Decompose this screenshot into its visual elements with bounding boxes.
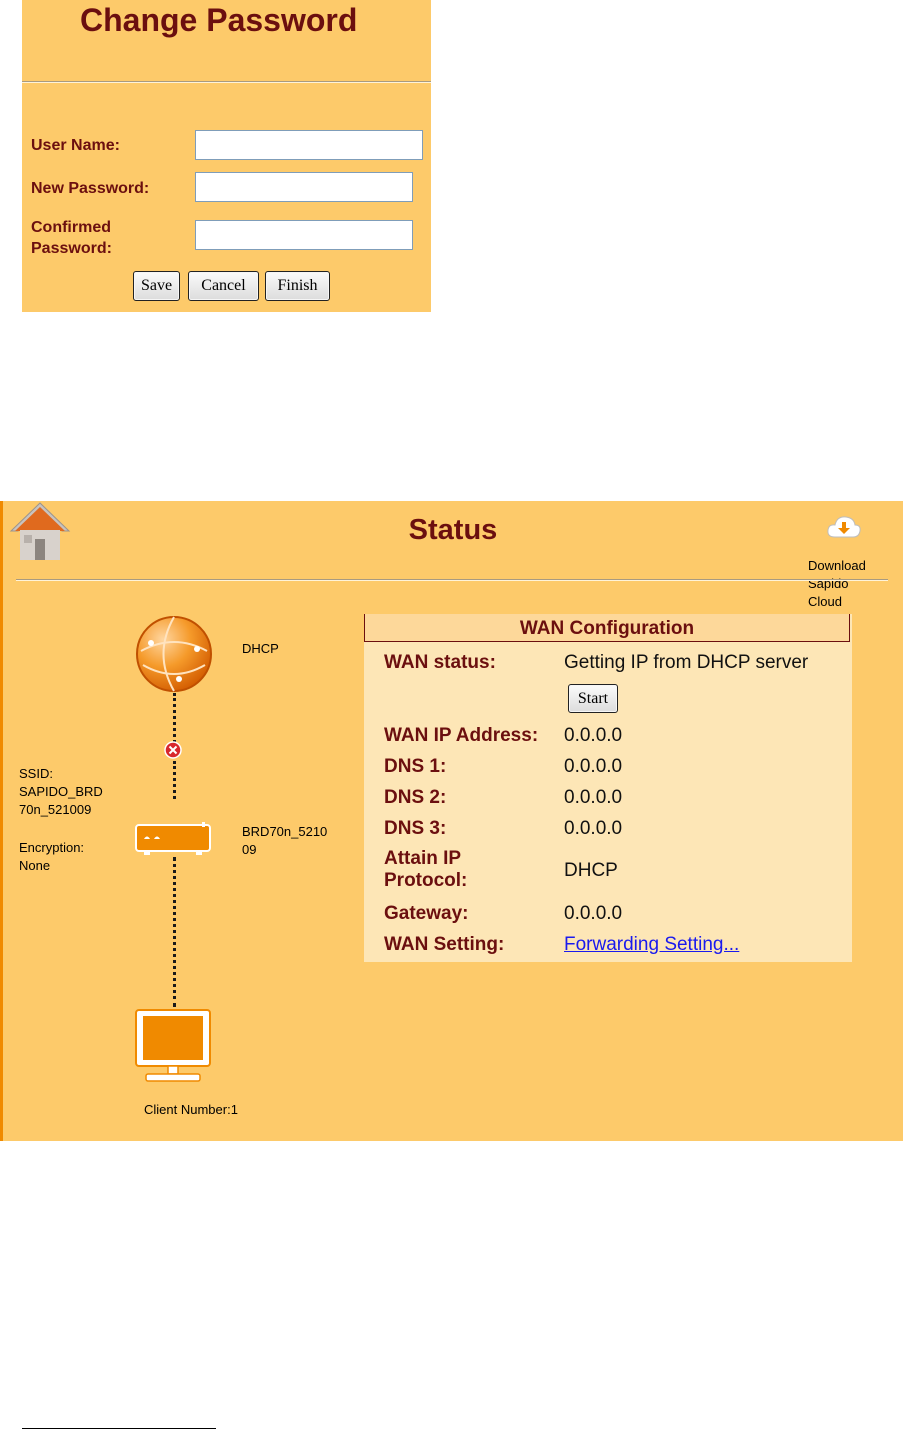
wan-link-line-lower xyxy=(173,761,176,799)
status-title: Status xyxy=(408,514,498,546)
ssid-value-line2: 70n_521009 xyxy=(19,802,92,817)
attain-ip-protocol-label-line2: Protocol: xyxy=(384,870,468,891)
user-name-input[interactable] xyxy=(195,130,423,160)
wan-status-label: WAN status: xyxy=(384,652,496,673)
dns2-label: DNS 2: xyxy=(384,787,447,808)
confirmed-password-label-line1: Confirmed xyxy=(31,219,111,236)
router-name: BRD70n_5210 09 xyxy=(242,823,327,859)
wan-ip-label: WAN IP Address: xyxy=(384,725,539,746)
ssid-label: SSID: xyxy=(19,766,53,781)
router-icon[interactable] xyxy=(134,822,212,856)
encryption-info: Encryption: None xyxy=(19,839,84,875)
cloud-label-line1: Download xyxy=(808,558,866,573)
dns1-label: DNS 1: xyxy=(384,756,447,777)
save-button[interactable]: Save xyxy=(133,271,180,301)
title-divider xyxy=(22,81,431,83)
internet-globe-icon[interactable] xyxy=(133,613,215,695)
cancel-button[interactable]: Cancel xyxy=(188,271,259,301)
dns1-value: 0.0.0.0 xyxy=(564,756,623,777)
wan-status-value: Getting IP from DHCP server xyxy=(564,652,809,673)
change-password-panel: Change Password User Name: New Password:… xyxy=(22,0,431,312)
confirmed-password-label: Confirmed Password: xyxy=(31,217,112,259)
wan-setting-value: Forwarding Setting... xyxy=(564,934,739,956)
forwarding-setting-link[interactable]: Forwarding Setting... xyxy=(564,934,739,955)
gateway-label: Gateway: xyxy=(384,903,469,924)
start-button[interactable]: Start xyxy=(568,684,618,713)
status-panel: Status Download Sapido Cloud DHCP SSID: … xyxy=(0,501,903,1141)
user-name-label: User Name: xyxy=(31,137,120,154)
internet-connection-type: DHCP xyxy=(242,641,279,656)
encryption-value: None xyxy=(19,858,51,873)
router-name-line1: BRD70n_5210 xyxy=(242,824,328,839)
footnote-divider xyxy=(22,1428,216,1429)
new-password-label: New Password: xyxy=(31,180,150,197)
ssid-value-line1: SAPIDO_BRD xyxy=(19,784,103,799)
ssid-info: SSID: SAPIDO_BRD 70n_521009 xyxy=(19,765,103,819)
client-monitor-icon[interactable] xyxy=(134,1008,212,1084)
encryption-label: Encryption: xyxy=(19,840,85,855)
cloud-download-icon[interactable] xyxy=(826,513,862,539)
confirmed-password-label-line2: Password: xyxy=(31,240,112,257)
download-sapido-cloud-link[interactable]: Download Sapido Cloud xyxy=(808,557,888,611)
wan-link-line xyxy=(173,693,176,743)
dns3-value: 0.0.0.0 xyxy=(564,818,623,839)
lan-link-line xyxy=(173,857,176,1007)
wan-ip-value: 0.0.0.0 xyxy=(564,725,623,746)
confirmed-password-input[interactable] xyxy=(195,220,413,250)
finish-button[interactable]: Finish xyxy=(265,271,330,301)
change-password-title: Change Password xyxy=(80,2,358,38)
client-number: Client Number:1 xyxy=(144,1102,238,1117)
attain-ip-protocol-label: Attain IP Protocol: xyxy=(384,848,467,892)
attain-ip-protocol-value: DHCP xyxy=(564,860,618,881)
router-name-line2: 09 xyxy=(242,842,257,857)
dns2-value: 0.0.0.0 xyxy=(564,787,623,808)
wan-setting-label: WAN Setting: xyxy=(384,934,505,955)
wan-configuration-table: WAN Configuration WAN status: Getting IP… xyxy=(364,614,852,962)
title-divider xyxy=(16,579,888,581)
new-password-input[interactable] xyxy=(195,172,413,202)
wan-configuration-header: WAN Configuration xyxy=(364,614,850,642)
disconnected-icon xyxy=(164,741,182,759)
dns3-label: DNS 3: xyxy=(384,818,447,839)
gateway-value: 0.0.0.0 xyxy=(564,903,623,924)
cloud-label-line3: Cloud xyxy=(808,594,842,609)
attain-ip-protocol-label-line1: Attain IP xyxy=(384,848,462,869)
